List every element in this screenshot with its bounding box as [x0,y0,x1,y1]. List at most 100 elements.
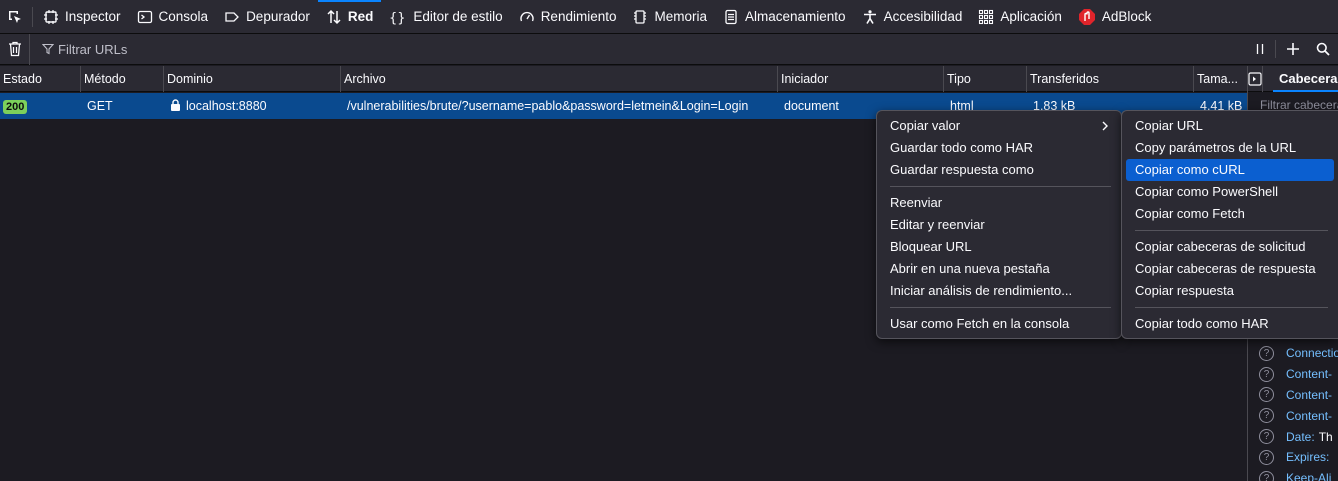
tab-label: Consola [158,9,209,24]
tab-memory[interactable]: Memoria [624,0,715,34]
response-headers-list: ? Connection ? Content- ? Content- ? Content… [1248,343,1338,481]
menu-item-copy-powershell[interactable]: Copiar como PowerShell [1126,181,1334,203]
column-file[interactable]: Archivo [341,66,778,92]
header-row: ? Date: Th [1248,426,1338,447]
tab-performance[interactable]: Rendimiento [511,0,625,34]
menu-item-copy-all-har[interactable]: Copiar todo como HAR [1126,313,1334,335]
element-picker-button[interactable] [0,0,30,34]
tab-network[interactable]: Red [317,0,382,34]
menu-separator [1135,307,1328,308]
header-row: ? Content- [1248,385,1338,406]
column-method[interactable]: Método [81,66,164,92]
tab-label: AdBlock [1101,9,1152,24]
column-status[interactable]: Estado [0,66,81,92]
filter-urls-input[interactable] [58,41,358,57]
menu-item-copy-fetch[interactable]: Copiar como Fetch [1126,203,1334,225]
tab-headers[interactable]: Cabeceras [1263,66,1338,92]
tab-adblock[interactable]: AdBlock [1070,0,1160,34]
help-icon[interactable]: ? [1259,470,1274,481]
copy-value-submenu: Copiar URL Copy parámetros de la URL Cop… [1121,110,1338,339]
help-icon[interactable]: ? [1259,387,1274,403]
menu-separator [890,307,1111,308]
menu-item-copy-curl[interactable]: Copiar como cURL [1126,159,1334,181]
menu-separator [1135,230,1328,231]
header-row: ? Expires: [1248,447,1338,468]
application-icon [979,9,994,24]
menu-item-start-performance[interactable]: Iniciar análisis de rendimiento... [881,280,1117,302]
search-button[interactable] [1308,34,1338,65]
svg-text:{}: {} [389,11,406,25]
menu-item-copy-url[interactable]: Copiar URL [1126,115,1334,137]
column-transferred[interactable]: Transferidos [1027,66,1194,92]
help-icon[interactable]: ? [1259,345,1274,361]
tab-inspector[interactable]: Inspector [35,0,129,34]
lock-icon [171,99,180,111]
menu-separator [890,186,1111,187]
tab-console[interactable]: Consola [129,0,217,34]
column-domain[interactable]: Dominio [164,66,341,92]
menu-item-use-fetch-console[interactable]: Usar como Fetch en la consola [881,313,1117,335]
domain-cell: localhost:8880 [164,93,341,119]
help-icon[interactable]: ? [1259,366,1274,382]
header-name: Keep-Ali [1286,471,1332,481]
pause-recording-button[interactable] [1245,34,1275,65]
details-tabs: Cabeceras [1248,65,1338,92]
tab-label: Aplicación [1000,9,1062,24]
devtools-toolbar: Inspector Consola Depurador Red {} Edito… [0,0,1338,34]
menu-item-open-new-tab[interactable]: Abrir en una nueva pestaña [881,258,1117,280]
header-row: ? Content- [1248,405,1338,426]
style-editor-icon: {} [389,11,406,25]
tab-label: Depurador [246,9,310,24]
menu-item-copy-value[interactable]: Copiar valor [881,115,1117,137]
tab-storage[interactable]: Almacenamiento [715,0,854,34]
menu-item-edit-resend[interactable]: Editar y reenviar [881,214,1117,236]
menu-item-copy-response[interactable]: Copiar respuesta [1126,280,1334,302]
requests-table-header: Estado Método Dominio Archivo Iniciador … [0,66,1247,92]
column-type[interactable]: Tipo [944,66,1027,92]
menu-item-copy-request-headers[interactable]: Copiar cabeceras de solicitud [1126,236,1334,258]
column-initiator[interactable]: Iniciador [778,66,944,92]
toolbar-separator [32,6,33,27]
trash-icon [8,41,21,57]
adblock-icon [1078,8,1095,25]
header-row: ? Content- [1248,364,1338,385]
help-icon[interactable]: ? [1259,449,1274,465]
chevron-right-icon [1102,121,1108,131]
menu-item-copy-response-headers[interactable]: Copiar cabeceras de respuesta [1126,258,1334,280]
toggle-panel-button[interactable] [1248,65,1263,92]
memory-icon [634,9,647,24]
performance-icon [520,11,534,21]
network-filter-bar [0,33,1338,65]
tab-style-editor[interactable]: {} Editor de estilo [381,0,510,34]
tab-label: Red [347,9,374,24]
header-name: Content- [1286,387,1333,402]
header-value: Th [1318,429,1333,444]
plus-icon [1287,43,1299,55]
pause-icon [1256,44,1264,54]
filter-icon [42,43,54,55]
column-size[interactable]: Tama... [1194,66,1247,92]
domain-text: localhost:8880 [186,99,267,113]
header-row: ? Connection [1248,343,1338,364]
tab-label: Accesibilidad [883,9,963,24]
element-picker-icon [9,10,21,23]
tab-accessibility[interactable]: Accesibilidad [854,0,971,34]
accessibility-icon [863,9,876,24]
tab-application[interactable]: Aplicación [970,0,1070,34]
menu-item-block-url[interactable]: Bloquear URL [881,236,1117,258]
new-request-button[interactable] [1278,34,1308,65]
menu-item-copy-url-params[interactable]: Copy parámetros de la URL [1126,137,1334,159]
clear-requests-button[interactable] [0,33,30,65]
tab-label: Inspector [65,9,121,24]
help-icon[interactable]: ? [1259,429,1274,445]
menu-item-save-response[interactable]: Guardar respuesta como [881,159,1117,181]
status-cell: 200 [0,93,81,119]
menu-item-save-all-har[interactable]: Guardar todo como HAR [881,137,1117,159]
menu-item-label: Copiar valor [890,118,961,133]
help-icon[interactable]: ? [1259,408,1274,424]
filter-urls-box[interactable] [30,41,1245,57]
header-name: Content- [1286,367,1333,382]
tab-label: Almacenamiento [745,9,846,24]
menu-item-resend[interactable]: Reenviar [881,192,1117,214]
tab-debugger[interactable]: Depurador [216,0,318,34]
